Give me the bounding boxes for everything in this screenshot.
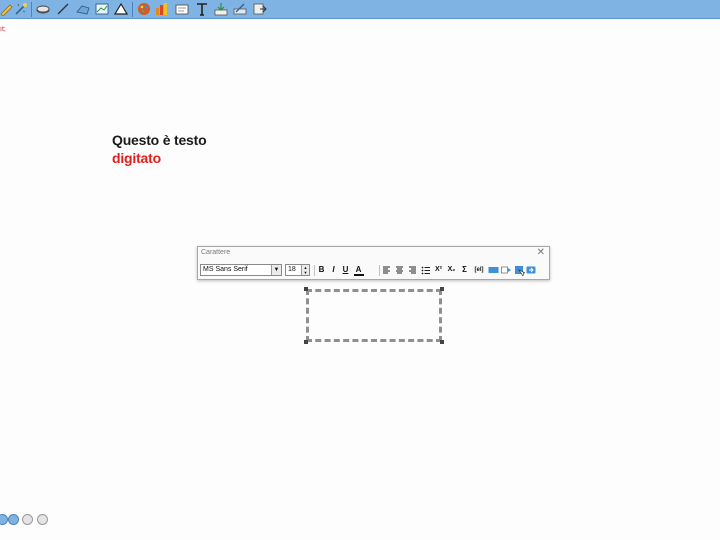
triangle-icon[interactable] bbox=[113, 2, 129, 16]
underline-button[interactable]: U bbox=[340, 264, 351, 276]
separator bbox=[314, 265, 315, 276]
toolbar-separator bbox=[31, 2, 32, 17]
font-size-value: 18 bbox=[288, 266, 296, 273]
font-family-value: MS Sans Serif bbox=[203, 266, 248, 273]
typed-text-black: Questo è testo bbox=[112, 132, 207, 148]
font-family-select[interactable]: MS Sans Serif ▼ bbox=[200, 264, 282, 276]
align-right-icon[interactable] bbox=[407, 264, 418, 276]
bar-chart-icon[interactable] bbox=[155, 2, 169, 16]
close-icon[interactable]: ✕ bbox=[537, 247, 545, 259]
nav-next-icon[interactable] bbox=[22, 514, 33, 525]
chevron-down-icon[interactable]: ▼ bbox=[271, 265, 281, 275]
ruler-edit-icon[interactable] bbox=[233, 2, 247, 16]
align-center-icon[interactable] bbox=[394, 264, 405, 276]
eraser-icon[interactable] bbox=[36, 2, 50, 16]
export-icon[interactable] bbox=[253, 2, 267, 16]
font-dialog: Carattere ✕ MS Sans Serif ▼ 18 ▲ ▼ B I U … bbox=[197, 246, 550, 280]
typed-text-red: digitato bbox=[112, 150, 161, 166]
line-icon[interactable] bbox=[56, 2, 70, 16]
insert-field-icon[interactable] bbox=[488, 264, 499, 276]
color-bar bbox=[354, 274, 364, 276]
resize-handle[interactable] bbox=[304, 287, 308, 291]
nav-last-icon[interactable] bbox=[37, 514, 48, 525]
code-button[interactable]: [el] bbox=[472, 264, 486, 276]
font-controls-row: MS Sans Serif ▼ 18 ▲ ▼ B I U A X² X₂ Σ [… bbox=[200, 264, 547, 277]
align-left-icon[interactable] bbox=[381, 264, 392, 276]
bold-button[interactable]: B bbox=[316, 264, 327, 276]
nav-prev-icon[interactable] bbox=[8, 514, 19, 525]
font-size-field[interactable]: 18 ▲ ▼ bbox=[285, 264, 310, 276]
confirm-arrow-icon[interactable] bbox=[526, 264, 537, 276]
resize-handle[interactable] bbox=[304, 340, 308, 344]
italic-button[interactable]: I bbox=[328, 264, 339, 276]
graph-icon[interactable] bbox=[95, 2, 109, 16]
palette-icon[interactable] bbox=[137, 2, 151, 16]
separator bbox=[379, 265, 380, 276]
size-spinner-icon[interactable]: ▲ ▼ bbox=[301, 265, 309, 275]
text-tool-icon[interactable] bbox=[195, 2, 209, 16]
superscript-button[interactable]: X² bbox=[433, 264, 444, 276]
apply-format-icon[interactable] bbox=[514, 264, 526, 277]
copy-format-icon[interactable] bbox=[501, 264, 512, 276]
sum-button[interactable]: Σ bbox=[459, 264, 470, 276]
font-color-button[interactable]: A bbox=[353, 264, 364, 276]
textbox-icon[interactable] bbox=[175, 2, 189, 16]
resize-handle[interactable] bbox=[440, 340, 444, 344]
corner-label: ıt; bbox=[0, 26, 6, 33]
nav-first-icon[interactable] bbox=[0, 514, 8, 525]
main-toolbar bbox=[0, 0, 720, 19]
pencil-icon[interactable] bbox=[0, 2, 14, 17]
magic-wand-icon[interactable] bbox=[14, 2, 28, 16]
bullet-list-icon[interactable] bbox=[420, 264, 431, 276]
image-import-icon[interactable] bbox=[214, 2, 228, 16]
shape-icon[interactable] bbox=[76, 2, 90, 16]
subscript-button[interactable]: X₂ bbox=[446, 264, 457, 276]
toolbar-separator bbox=[132, 2, 133, 17]
selection-rectangle[interactable] bbox=[306, 289, 442, 342]
font-color-letter: A bbox=[355, 265, 362, 274]
dialog-title: Carattere bbox=[201, 249, 231, 256]
resize-handle[interactable] bbox=[440, 287, 444, 291]
